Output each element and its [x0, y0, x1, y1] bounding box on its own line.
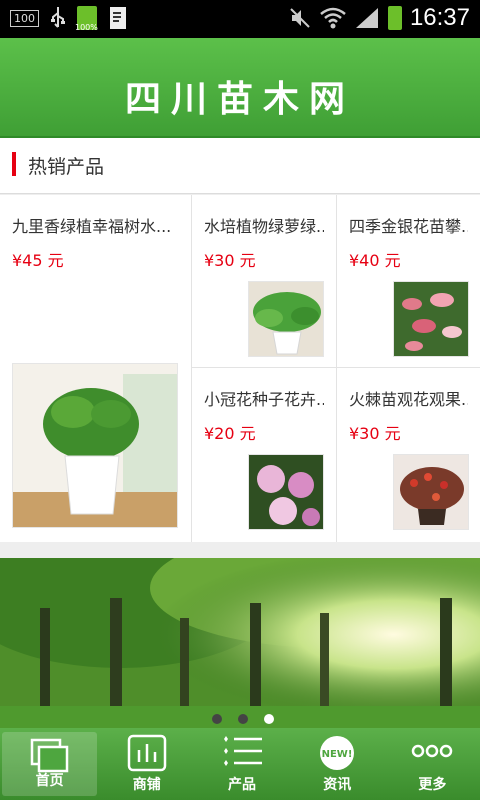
nav-shops[interactable]: 商铺 [99, 728, 194, 800]
product-card[interactable]: 九里香绿植幸福树水... ¥45 元 [0, 195, 191, 542]
carousel-dot-active[interactable] [264, 714, 274, 724]
nav-products[interactable]: 产品 [194, 728, 289, 800]
product-name: 火棘苗观花观果... [349, 390, 468, 409]
product-price: ¥40 元 [349, 251, 401, 270]
forest-banner-image [0, 558, 480, 728]
honeysuckle-thumbnail [393, 281, 469, 357]
clock: 16:37 [409, 4, 470, 31]
product-price: ¥30 元 [204, 251, 256, 270]
nav-news[interactable]: NEW! 资讯 [290, 728, 385, 800]
nav-label: 资讯 [323, 777, 352, 793]
mute-icon [290, 8, 310, 28]
news-badge-icon: NEW! [320, 736, 355, 770]
battery-full-icon: 100% [75, 6, 98, 32]
status-bar: 100 100% 16:37 [0, 0, 480, 38]
nav-label: 商铺 [132, 777, 161, 793]
forest-banner[interactable] [0, 558, 480, 728]
bottom-navigation: 首页 商铺 产品 NEW! 资讯 更多 [0, 728, 480, 800]
section-header: 热销产品 [0, 138, 480, 194]
product-name: 九里香绿植幸福树水... [12, 217, 172, 236]
product-price: ¥30 元 [349, 424, 401, 443]
more-dots-icon [412, 744, 453, 758]
product-card[interactable]: 小冠花种子花卉... ¥20 元 [192, 368, 336, 542]
nav-more[interactable]: 更多 [385, 728, 480, 800]
nav-label: 产品 [228, 777, 256, 793]
firethorn-thumbnail [393, 454, 469, 530]
nav-home[interactable]: 首页 [2, 732, 98, 796]
site-logo[interactable]: 四川苗木网 [0, 70, 480, 122]
status-bar-right: 16:37 [288, 4, 470, 32]
wifi-icon [320, 7, 346, 29]
status-bar-left: 100 100% [10, 6, 129, 32]
home-pages-icon [30, 738, 68, 773]
hot-products-grid: 九里香绿植幸福树水... ¥45 元 水培植物绿萝绿... ¥30 元 四季金银… [0, 195, 480, 542]
section-title: 热销产品 [28, 156, 105, 178]
carousel-indicators [212, 714, 274, 724]
signal-icon [355, 8, 378, 28]
battery-icon [387, 6, 402, 30]
shop-chart-icon [127, 734, 167, 772]
potted-plant-thumbnail [12, 363, 178, 528]
battery-percent: 100% [75, 23, 98, 32]
nav-label: 首页 [35, 773, 64, 789]
product-card[interactable]: 四季金银花苗攀... ¥40 元 [337, 195, 480, 367]
app-header: 四川苗木网 [0, 38, 480, 138]
svg-text:NEW!: NEW! [322, 749, 353, 760]
pothos-thumbnail [248, 281, 324, 357]
carousel-dot[interactable] [212, 714, 222, 724]
product-card[interactable]: 水培植物绿萝绿... ¥30 元 [192, 195, 336, 367]
product-price: ¥20 元 [204, 424, 256, 443]
section-marker [12, 152, 16, 176]
document-icon [110, 7, 126, 29]
crownvetch-flower-thumbnail [248, 454, 324, 530]
nav-label: 更多 [418, 777, 447, 793]
product-name: 小冠花种子花卉... [204, 390, 324, 409]
product-name: 水培植物绿萝绿... [204, 217, 324, 236]
carousel-dot[interactable] [238, 714, 248, 724]
product-card[interactable]: 火棘苗观花观果... ¥30 元 [337, 368, 480, 542]
storage-indicator: 100 [10, 9, 39, 27]
usb-icon [51, 7, 65, 28]
product-list-icon [224, 736, 262, 766]
product-price: ¥45 元 [12, 251, 64, 270]
product-name: 四季金银花苗攀... [349, 217, 468, 236]
